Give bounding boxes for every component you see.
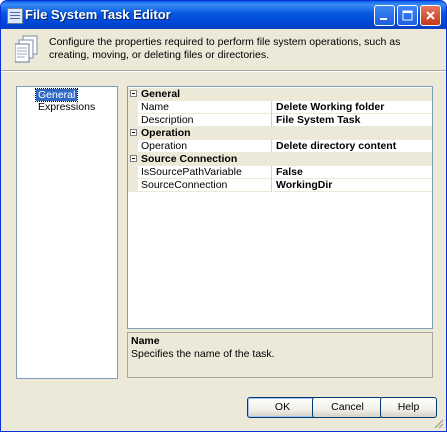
property-value[interactable]: False [273,166,432,179]
category-source-connection[interactable]: Source Connection [128,153,432,166]
property-row-sourceconnection[interactable]: SourceConnection WorkingDir [128,179,432,192]
collapse-icon[interactable] [130,155,137,162]
minimize-icon [380,18,387,20]
category-label: General [141,88,181,100]
property-name[interactable]: IsSourcePathVariable [138,166,272,179]
window-title: File System Task Editor [25,7,171,22]
property-row-description[interactable]: Description File System Task [128,114,432,127]
help-text: Specifies the name of the task. [131,348,275,360]
property-name[interactable]: Description [138,114,272,127]
minimize-button[interactable] [374,5,395,26]
property-name[interactable]: SourceConnection [138,179,272,192]
close-button[interactable] [420,5,441,26]
property-name[interactable]: Name [138,101,272,114]
category-general[interactable]: General [128,88,432,101]
property-value[interactable]: File System Task [273,114,432,127]
maximize-button[interactable] [397,5,418,26]
cancel-button[interactable]: Cancel [312,397,383,418]
row-gutter [128,179,138,192]
maximize-icon [402,10,413,21]
property-value[interactable]: Delete directory content [273,140,432,153]
help-title: Name [131,335,160,347]
property-row-operation[interactable]: Operation Delete directory content [128,140,432,153]
nav-item-expressions[interactable]: Expressions [36,101,97,113]
file-system-task-icon [15,35,38,63]
property-value[interactable]: Delete Working folder [273,101,432,114]
category-label: Source Connection [141,153,238,165]
row-gutter [128,114,138,127]
property-grid[interactable]: General Name Delete Working folder Descr… [127,86,433,329]
title-bar[interactable]: File System Task Editor [1,1,446,29]
row-gutter [128,140,138,153]
resize-grip-icon[interactable] [432,417,444,429]
category-label: Operation [141,127,191,139]
header-divider-highlight [1,71,446,72]
close-icon [426,11,435,20]
row-gutter [128,166,138,179]
property-row-name[interactable]: Name Delete Working folder [128,101,432,114]
collapse-icon[interactable] [130,129,137,136]
property-name[interactable]: Operation [138,140,272,153]
ok-button[interactable]: OK [247,397,318,418]
property-value[interactable]: WorkingDir [273,179,432,192]
nav-item-general[interactable]: General [34,88,79,102]
nav-list[interactable]: General Expressions [16,86,118,379]
dialog-window: File System Task Editor Configure the pr… [0,0,447,432]
collapse-icon[interactable] [130,90,137,97]
row-gutter [128,101,138,114]
window-icon [7,8,23,24]
category-operation[interactable]: Operation [128,127,432,140]
help-button[interactable]: Help [380,397,437,418]
header-description: Configure the properties required to per… [49,36,401,61]
property-row-issourcepathvariable[interactable]: IsSourcePathVariable False [128,166,432,179]
property-help-panel: Name Specifies the name of the task. [127,332,433,378]
